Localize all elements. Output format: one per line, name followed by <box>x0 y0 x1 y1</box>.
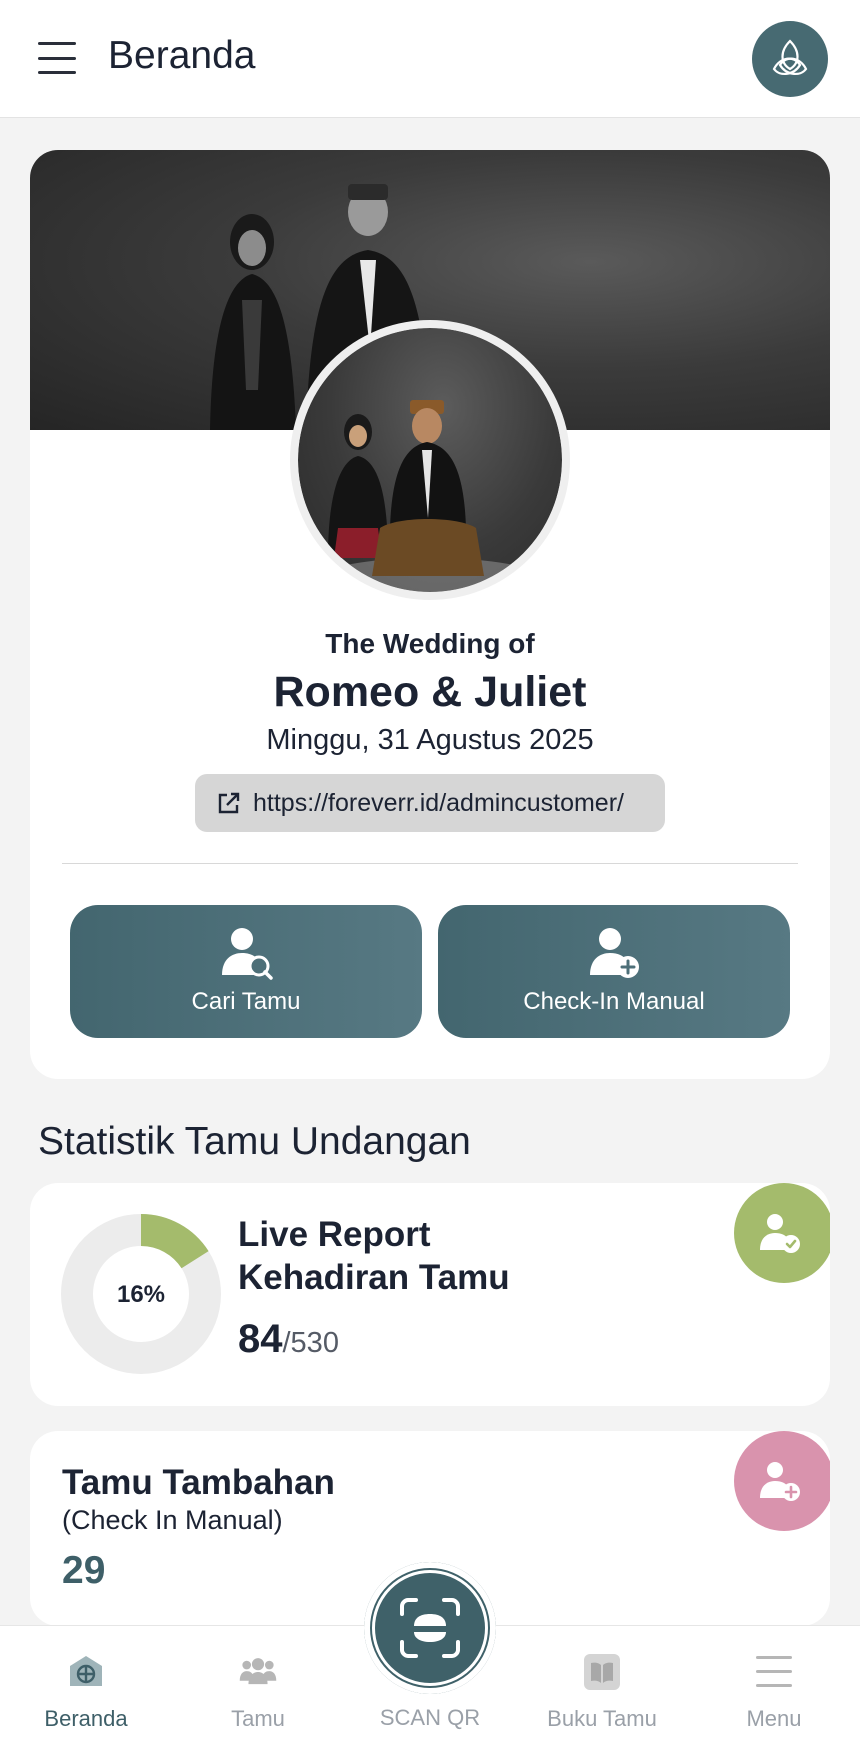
total-guests: /530 <box>282 1327 339 1359</box>
brand-logo-icon[interactable] <box>752 21 828 97</box>
manual-checkin-button[interactable]: Check-In Manual <box>438 905 790 1038</box>
nav-home-label: Beranda <box>44 1706 128 1731</box>
app-bar: Beranda <box>0 0 860 118</box>
divider <box>62 863 798 864</box>
user-plus-icon <box>734 1431 830 1531</box>
wedding-of-label: The Wedding of <box>325 628 535 659</box>
page-title: Beranda <box>108 34 256 77</box>
guest-statistics-title: Statistik Tamu Undangan <box>38 1120 471 1163</box>
live-report-card[interactable]: 16% Live Report Kehadiran Tamu 84/530 <box>30 1183 830 1406</box>
menu-lines-icon <box>754 1652 794 1692</box>
home-icon <box>66 1652 106 1692</box>
user-search-icon <box>222 928 273 980</box>
couple-names: Romeo & Juliet <box>273 668 587 716</box>
external-link-icon <box>218 792 240 814</box>
hamburger-menu-icon[interactable] <box>38 42 76 74</box>
user-add-icon <box>590 928 639 978</box>
event-date: Minggu, 31 Agustus 2025 <box>266 724 594 756</box>
extra-guests-count: 29 <box>62 1549 106 1592</box>
live-report-title-line1: Live Report <box>238 1215 431 1254</box>
attendance-count: 84/530 <box>238 1317 339 1362</box>
manual-checkin-label: Check-In Manual <box>523 988 705 1015</box>
nav-guests-label: Tamu <box>231 1706 285 1731</box>
extra-guests-subtitle: (Check In Manual) <box>62 1505 283 1535</box>
nav-guests[interactable]: Tamu <box>172 1626 344 1744</box>
attendance-percent: 16% <box>116 1281 166 1308</box>
couple-avatar <box>290 320 570 600</box>
book-icon <box>582 1652 622 1692</box>
nav-menu[interactable]: Menu <box>688 1626 860 1744</box>
nav-guestbook[interactable]: Buku Tamu <box>516 1626 688 1744</box>
nav-guestbook-label: Buku Tamu <box>547 1706 657 1731</box>
search-guest-label: Cari Tamu <box>191 988 301 1015</box>
extra-guests-title: Tamu Tambahan <box>62 1463 335 1502</box>
user-check-icon <box>734 1183 830 1283</box>
scan-icon <box>400 1598 460 1658</box>
guests-group-icon <box>238 1652 278 1692</box>
nav-menu-label: Menu <box>746 1706 802 1731</box>
scan-qr-button[interactable] <box>364 1562 496 1694</box>
search-guest-button[interactable]: Cari Tamu <box>70 905 422 1038</box>
nav-home[interactable]: Beranda <box>0 1626 172 1744</box>
scan-qr-label: SCAN QR <box>379 1705 481 1730</box>
present-count: 84 <box>238 1317 283 1361</box>
live-report-title: Live Report Kehadiran Tamu <box>238 1213 510 1299</box>
invitation-url-link[interactable]: https://foreverr.id/admincustomer/ <box>195 774 665 832</box>
live-report-title-line2: Kehadiran Tamu <box>238 1258 510 1297</box>
invitation-url-text: https://foreverr.id/admincustomer/ <box>253 788 624 817</box>
wedding-profile-card: The Wedding of Romeo & Juliet Minggu, 31… <box>30 150 830 1079</box>
